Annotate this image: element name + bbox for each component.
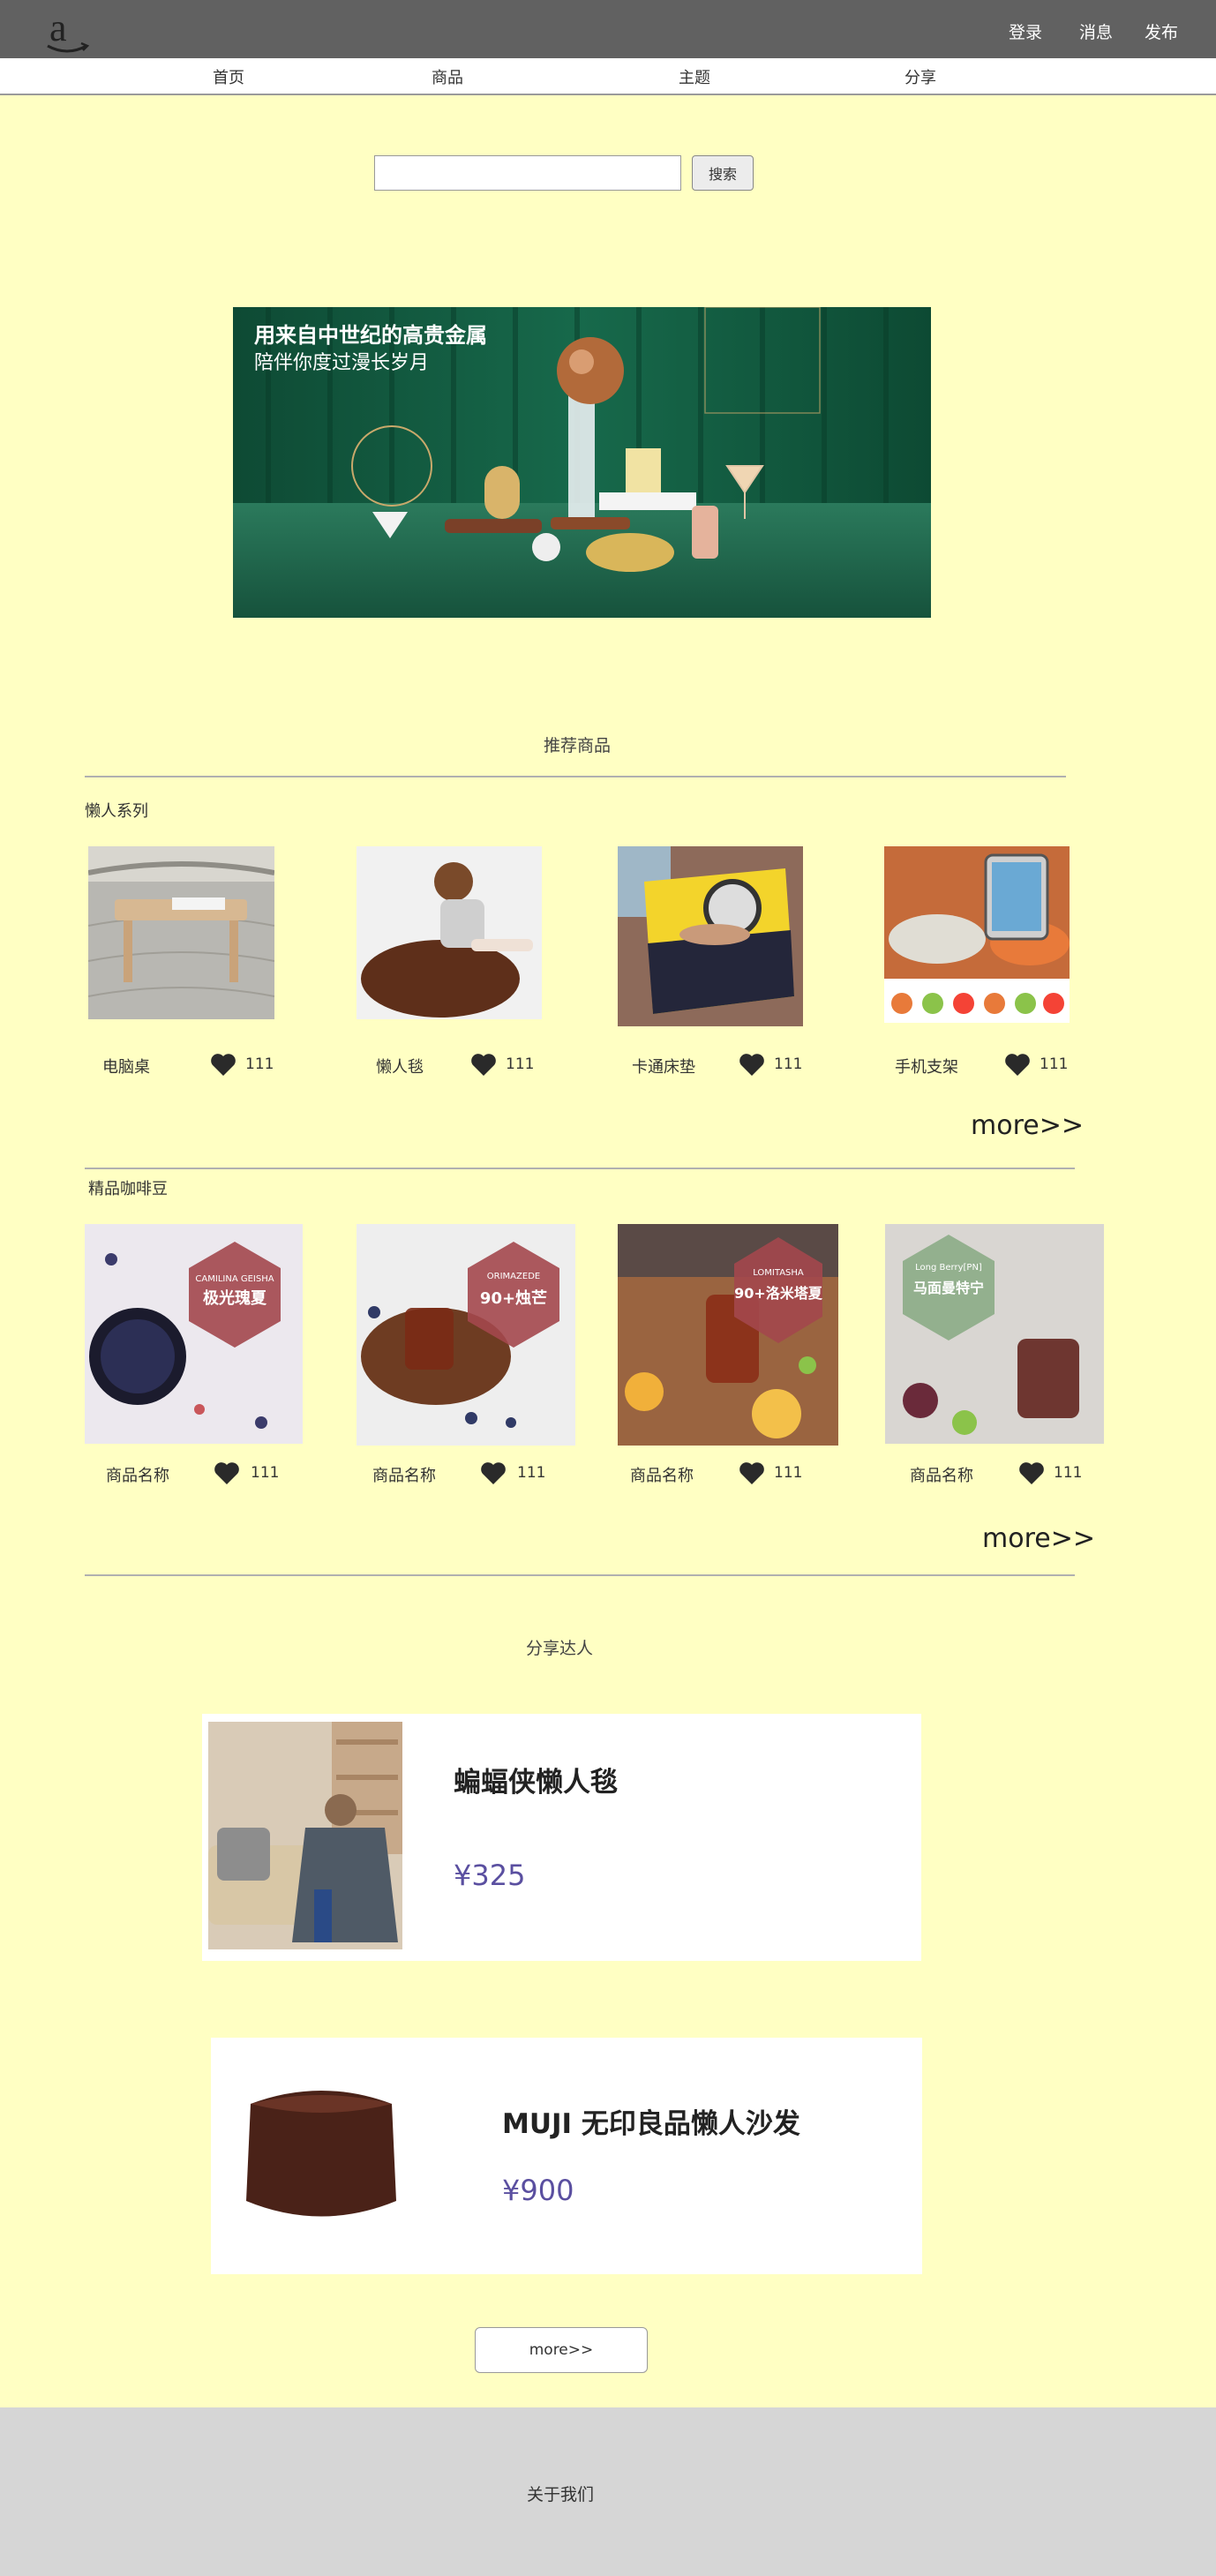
product-name[interactable]: 商品名称 bbox=[630, 1463, 694, 1486]
search-button[interactable]: 搜索 bbox=[692, 155, 754, 191]
product-name[interactable]: 手机支架 bbox=[895, 1055, 958, 1078]
login-link[interactable]: 登录 bbox=[1009, 19, 1042, 43]
share-card[interactable]: MUJI 无印良品懒人沙发 ¥900 bbox=[211, 2038, 922, 2274]
share-item-title[interactable]: MUJI 无印良品懒人沙发 bbox=[502, 2101, 800, 2141]
nav-item-topics[interactable]: 主题 bbox=[679, 65, 710, 88]
nav-item-share[interactable]: 分享 bbox=[904, 65, 936, 88]
product-image-coffee[interactable]: CAMILINA GEISHA 极光瑰夏 bbox=[85, 1224, 303, 1444]
messages-link[interactable]: 消息 bbox=[1079, 19, 1113, 43]
category-label-coffee: 精品咖啡豆 bbox=[88, 1180, 168, 1198]
section-divider bbox=[85, 1574, 1075, 1576]
amazon-logo-icon[interactable]: a bbox=[41, 5, 94, 58]
product-name[interactable]: 商品名称 bbox=[372, 1463, 436, 1486]
share-item-price: ¥900 bbox=[502, 2174, 574, 2207]
svg-text:a: a bbox=[49, 6, 67, 49]
hero-banner[interactable]: 用来自中世纪的高贵金属 陪伴你度过漫长岁月 bbox=[233, 307, 931, 618]
heart-icon[interactable] bbox=[739, 1461, 765, 1485]
product-name[interactable]: 卡通床垫 bbox=[632, 1055, 695, 1078]
heart-icon[interactable] bbox=[210, 1052, 236, 1077]
like-count: 111 bbox=[251, 1464, 280, 1482]
recommended-title: 推荐商品 bbox=[544, 736, 612, 755]
like-count: 111 bbox=[774, 1055, 803, 1073]
section-divider bbox=[85, 1168, 1075, 1169]
heart-icon[interactable] bbox=[480, 1461, 507, 1485]
nav-item-home[interactable]: 首页 bbox=[213, 65, 244, 88]
share-more-button[interactable]: more>> bbox=[475, 2327, 648, 2373]
like-count: 111 bbox=[774, 1464, 803, 1482]
svg-text:CAMILINA GEISHA: CAMILINA GEISHA bbox=[195, 1274, 274, 1284]
heart-icon[interactable] bbox=[470, 1052, 497, 1077]
product-image-coffee[interactable]: LOMITASHA 90+洛米塔夏 bbox=[618, 1224, 838, 1446]
more-link-lazy[interactable]: more>> bbox=[971, 1110, 1084, 1141]
share-image-muji-sofa bbox=[246, 2091, 396, 2217]
banner-headline: 用来自中世纪的高贵金属 bbox=[254, 323, 487, 348]
like-count: 111 bbox=[245, 1055, 274, 1073]
svg-text:极光瑰夏: 极光瑰夏 bbox=[203, 1288, 267, 1308]
like-count: 111 bbox=[517, 1464, 546, 1482]
product-image-lazy-blanket[interactable] bbox=[357, 846, 542, 1019]
svg-text:ORIMAZEDE: ORIMAZEDE bbox=[487, 1272, 540, 1281]
product-image-coffee[interactable]: Long Berry[PN] 马面曼特宁 bbox=[885, 1224, 1104, 1444]
banner-subline: 陪伴你度过漫长岁月 bbox=[254, 352, 429, 374]
heart-icon[interactable] bbox=[214, 1461, 240, 1485]
heart-icon[interactable] bbox=[739, 1052, 765, 1077]
about-us-link[interactable]: 关于我们 bbox=[0, 2482, 1121, 2505]
svg-text:Long Berry[PN]: Long Berry[PN] bbox=[915, 1263, 982, 1273]
svg-text:90+烛芒: 90+烛芒 bbox=[480, 1288, 547, 1308]
product-image-desk[interactable] bbox=[88, 846, 274, 1019]
svg-text:马面曼特宁: 马面曼特宁 bbox=[913, 1280, 984, 1296]
banner-image: 用来自中世纪的高贵金属 陪伴你度过漫长岁月 bbox=[233, 307, 931, 618]
product-image-coffee[interactable]: ORIMAZEDE 90+烛芒 bbox=[357, 1224, 575, 1446]
svg-text:LOMITASHA: LOMITASHA bbox=[753, 1268, 804, 1278]
like-count: 111 bbox=[1040, 1055, 1069, 1073]
publish-link[interactable]: 发布 bbox=[1145, 19, 1178, 43]
share-image-batman-blanket bbox=[208, 1722, 402, 1949]
product-image-cartoon-mattress[interactable] bbox=[618, 846, 803, 1026]
product-name[interactable]: 商品名称 bbox=[910, 1463, 973, 1486]
more-link-coffee[interactable]: more>> bbox=[982, 1523, 1095, 1554]
nav-item-products[interactable]: 商品 bbox=[432, 65, 463, 88]
product-name[interactable]: 商品名称 bbox=[106, 1463, 169, 1486]
share-item-price: ¥325 bbox=[454, 1859, 526, 1892]
share-card[interactable]: 蝙蝠侠懒人毯 ¥325 bbox=[202, 1714, 921, 1961]
product-image-phone-stand[interactable] bbox=[884, 846, 1070, 1023]
product-name[interactable]: 电脑桌 bbox=[102, 1055, 150, 1078]
search-input[interactable] bbox=[374, 155, 681, 191]
svg-text:90+洛米塔夏: 90+洛米塔夏 bbox=[734, 1285, 823, 1302]
category-label-lazy: 懒人系列 bbox=[85, 802, 148, 821]
nav-bar bbox=[0, 58, 1216, 95]
product-name[interactable]: 懒人毯 bbox=[376, 1055, 424, 1078]
section-divider bbox=[85, 776, 1066, 777]
like-count: 111 bbox=[1054, 1464, 1083, 1482]
heart-icon[interactable] bbox=[1018, 1461, 1045, 1485]
share-title: 分享达人 bbox=[526, 1639, 594, 1658]
share-item-title[interactable]: 蝙蝠侠懒人毯 bbox=[454, 1760, 618, 1799]
heart-icon[interactable] bbox=[1004, 1052, 1031, 1077]
like-count: 111 bbox=[506, 1055, 535, 1073]
